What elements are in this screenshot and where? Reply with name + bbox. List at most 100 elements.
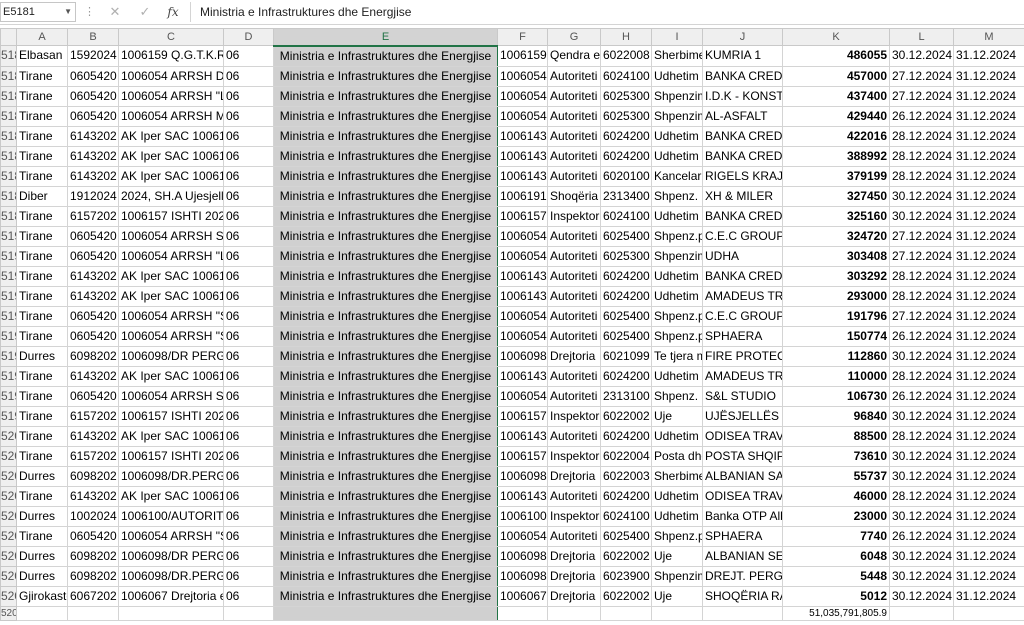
column-header-d[interactable]: D [223, 28, 274, 46]
cell-g[interactable]: Autoriteti [547, 365, 601, 387]
row-header[interactable]: 5209 [0, 605, 17, 621]
cell-g[interactable]: Inspektor [547, 205, 601, 227]
cell-c[interactable]: 1006098/DR.PERGJ [118, 465, 224, 487]
column-header-e[interactable]: E [273, 28, 498, 47]
cell-c[interactable]: AK Iper SAC 1006143 [118, 425, 224, 447]
cell-d[interactable]: 06 [223, 265, 274, 287]
cell-e[interactable]: Ministria e Infrastruktures dhe Energjis… [273, 265, 498, 287]
cell-f[interactable]: 1006054 [497, 305, 548, 327]
cell-c[interactable]: 1006159 Q.G.T.K.Rr [118, 45, 224, 67]
cell-l[interactable]: 30.12.2024 [889, 545, 954, 567]
cell-i[interactable]: Udhetim [651, 265, 703, 287]
row-header[interactable]: 5184 [0, 105, 17, 127]
cell-k[interactable]: 106730 [782, 385, 890, 407]
cell-b[interactable]: 0605420 [67, 105, 119, 127]
cell-h[interactable]: 6024200 [600, 145, 652, 167]
cell-a[interactable]: Tirane [16, 385, 68, 407]
cell-h[interactable]: 6025400 [600, 325, 652, 347]
cell-k[interactable]: 422016 [782, 125, 890, 147]
cell-d[interactable]: 06 [223, 405, 274, 427]
cell-l[interactable]: 30.12.2024 [889, 445, 954, 467]
row-header[interactable]: 5195 [0, 325, 17, 347]
cell-j[interactable]: ODISEA TRAVE [702, 425, 783, 447]
cell-e[interactable]: Ministria e Infrastruktures dhe Energjis… [273, 365, 498, 387]
cell-e[interactable]: Ministria e Infrastruktures dhe Energjis… [273, 405, 498, 427]
cell-g[interactable]: Drejtoria [547, 345, 601, 367]
cell-c[interactable]: 1006098/DR PERGJ [118, 345, 224, 367]
cell-k[interactable]: 191796 [782, 305, 890, 327]
cell-f[interactable]: 1006054 [497, 525, 548, 547]
cell-f[interactable]: 1006143 [497, 145, 548, 167]
cell-h[interactable]: 6024100 [600, 205, 652, 227]
cell-c[interactable]: 1006157 ISHTI 2024 [118, 405, 224, 427]
cell-e[interactable]: Ministria e Infrastruktures dhe Energjis… [273, 305, 498, 327]
cell-k[interactable]: 5448 [782, 565, 890, 587]
cell-d[interactable]: 06 [223, 285, 274, 307]
cell-b[interactable]: 0605420 [67, 325, 119, 347]
cell-h[interactable]: 6024100 [600, 505, 652, 527]
cell-m[interactable] [953, 605, 1024, 621]
cell-g[interactable]: Autoriteti [547, 225, 601, 247]
row-header[interactable]: 5187 [0, 165, 17, 187]
cell-b[interactable]: 6098202 [67, 545, 119, 567]
cell-d[interactable]: 06 [223, 425, 274, 447]
cell-j[interactable]: BANKA CREDIN [702, 145, 783, 167]
row-header[interactable]: 5204 [0, 505, 17, 527]
cell-j[interactable]: BANKA CREDIN [702, 125, 783, 147]
cell-g[interactable]: Autoriteti [547, 165, 601, 187]
cell-f[interactable]: 1006054 [497, 105, 548, 127]
cell-f[interactable]: 1006159 [497, 45, 548, 67]
cell-a[interactable]: Tirane [16, 525, 68, 547]
cell-g[interactable]: Qendra e [547, 45, 601, 67]
cell-l[interactable]: 30.12.2024 [889, 585, 954, 607]
cell-h[interactable]: 6025300 [600, 105, 652, 127]
cell-e[interactable]: Ministria e Infrastruktures dhe Energjis… [273, 225, 498, 247]
cell-c[interactable]: 1006054 ARRSH Mi [118, 105, 224, 127]
cell-a[interactable]: Tirane [16, 225, 68, 247]
cell-e[interactable]: Ministria e Infrastruktures dhe Energjis… [273, 525, 498, 547]
cell-a[interactable]: Durres [16, 465, 68, 487]
cell-i[interactable]: Sherbime [651, 465, 703, 487]
cell-k[interactable]: 325160 [782, 205, 890, 227]
cell-i[interactable]: Udhetim [651, 205, 703, 227]
cell-k[interactable]: 112860 [782, 345, 890, 367]
cell-e[interactable]: Ministria e Infrastruktures dhe Energjis… [273, 585, 498, 607]
cell-j[interactable]: DREJT. PERGJ. [702, 565, 783, 587]
cell-m[interactable]: 31.12.2024 [953, 205, 1024, 227]
cell-b[interactable]: 6143202 [67, 125, 119, 147]
cell-b[interactable]: 6143202 [67, 165, 119, 187]
cell-m[interactable]: 31.12.2024 [953, 305, 1024, 327]
cell-g[interactable]: Autoriteti [547, 385, 601, 407]
row-header[interactable]: 5186 [0, 145, 17, 167]
cell-k[interactable]: 324720 [782, 225, 890, 247]
cell-h[interactable]: 6024200 [600, 265, 652, 287]
cell-f[interactable]: 1006143 [497, 365, 548, 387]
cell-k[interactable]: 73610 [782, 445, 890, 467]
row-header[interactable]: 5206 [0, 545, 17, 567]
cell-h[interactable]: 2313400 [600, 185, 652, 207]
cell-h[interactable]: 6022003 [600, 465, 652, 487]
row-header[interactable]: 5185 [0, 125, 17, 147]
cell-j[interactable]: UJËSJELLËS KA [702, 405, 783, 427]
cell-c[interactable]: 1006157 ISHTI 2024 [118, 205, 224, 227]
cell-f[interactable]: 1006054 [497, 245, 548, 267]
cell-g[interactable]: Autoriteti [547, 65, 601, 87]
cell-l[interactable]: 26.12.2024 [889, 385, 954, 407]
cell-l[interactable]: 28.12.2024 [889, 425, 954, 447]
cell-m[interactable]: 31.12.2024 [953, 45, 1024, 67]
cell-b[interactable]: 6098202 [67, 465, 119, 487]
cell-j[interactable]: SPHAERA [702, 525, 783, 547]
cell-g[interactable]: Autoriteti [547, 85, 601, 107]
column-header-a[interactable]: A [16, 28, 68, 46]
cell-j[interactable]: BANKA CREDIN [702, 265, 783, 287]
cell-l[interactable] [889, 605, 954, 621]
grand-total-cell[interactable]: 51,035,791,805.9 [782, 605, 890, 621]
row-header[interactable]: 5193 [0, 285, 17, 307]
column-header-f[interactable]: F [497, 28, 548, 46]
cell-l[interactable]: 30.12.2024 [889, 205, 954, 227]
cell-g[interactable]: Inspektor [547, 505, 601, 527]
cell-d[interactable]: 06 [223, 525, 274, 547]
cell-j[interactable]: C.E.C GROUP [702, 225, 783, 247]
row-header[interactable]: 5200 [0, 425, 17, 447]
cell-k[interactable]: 293000 [782, 285, 890, 307]
